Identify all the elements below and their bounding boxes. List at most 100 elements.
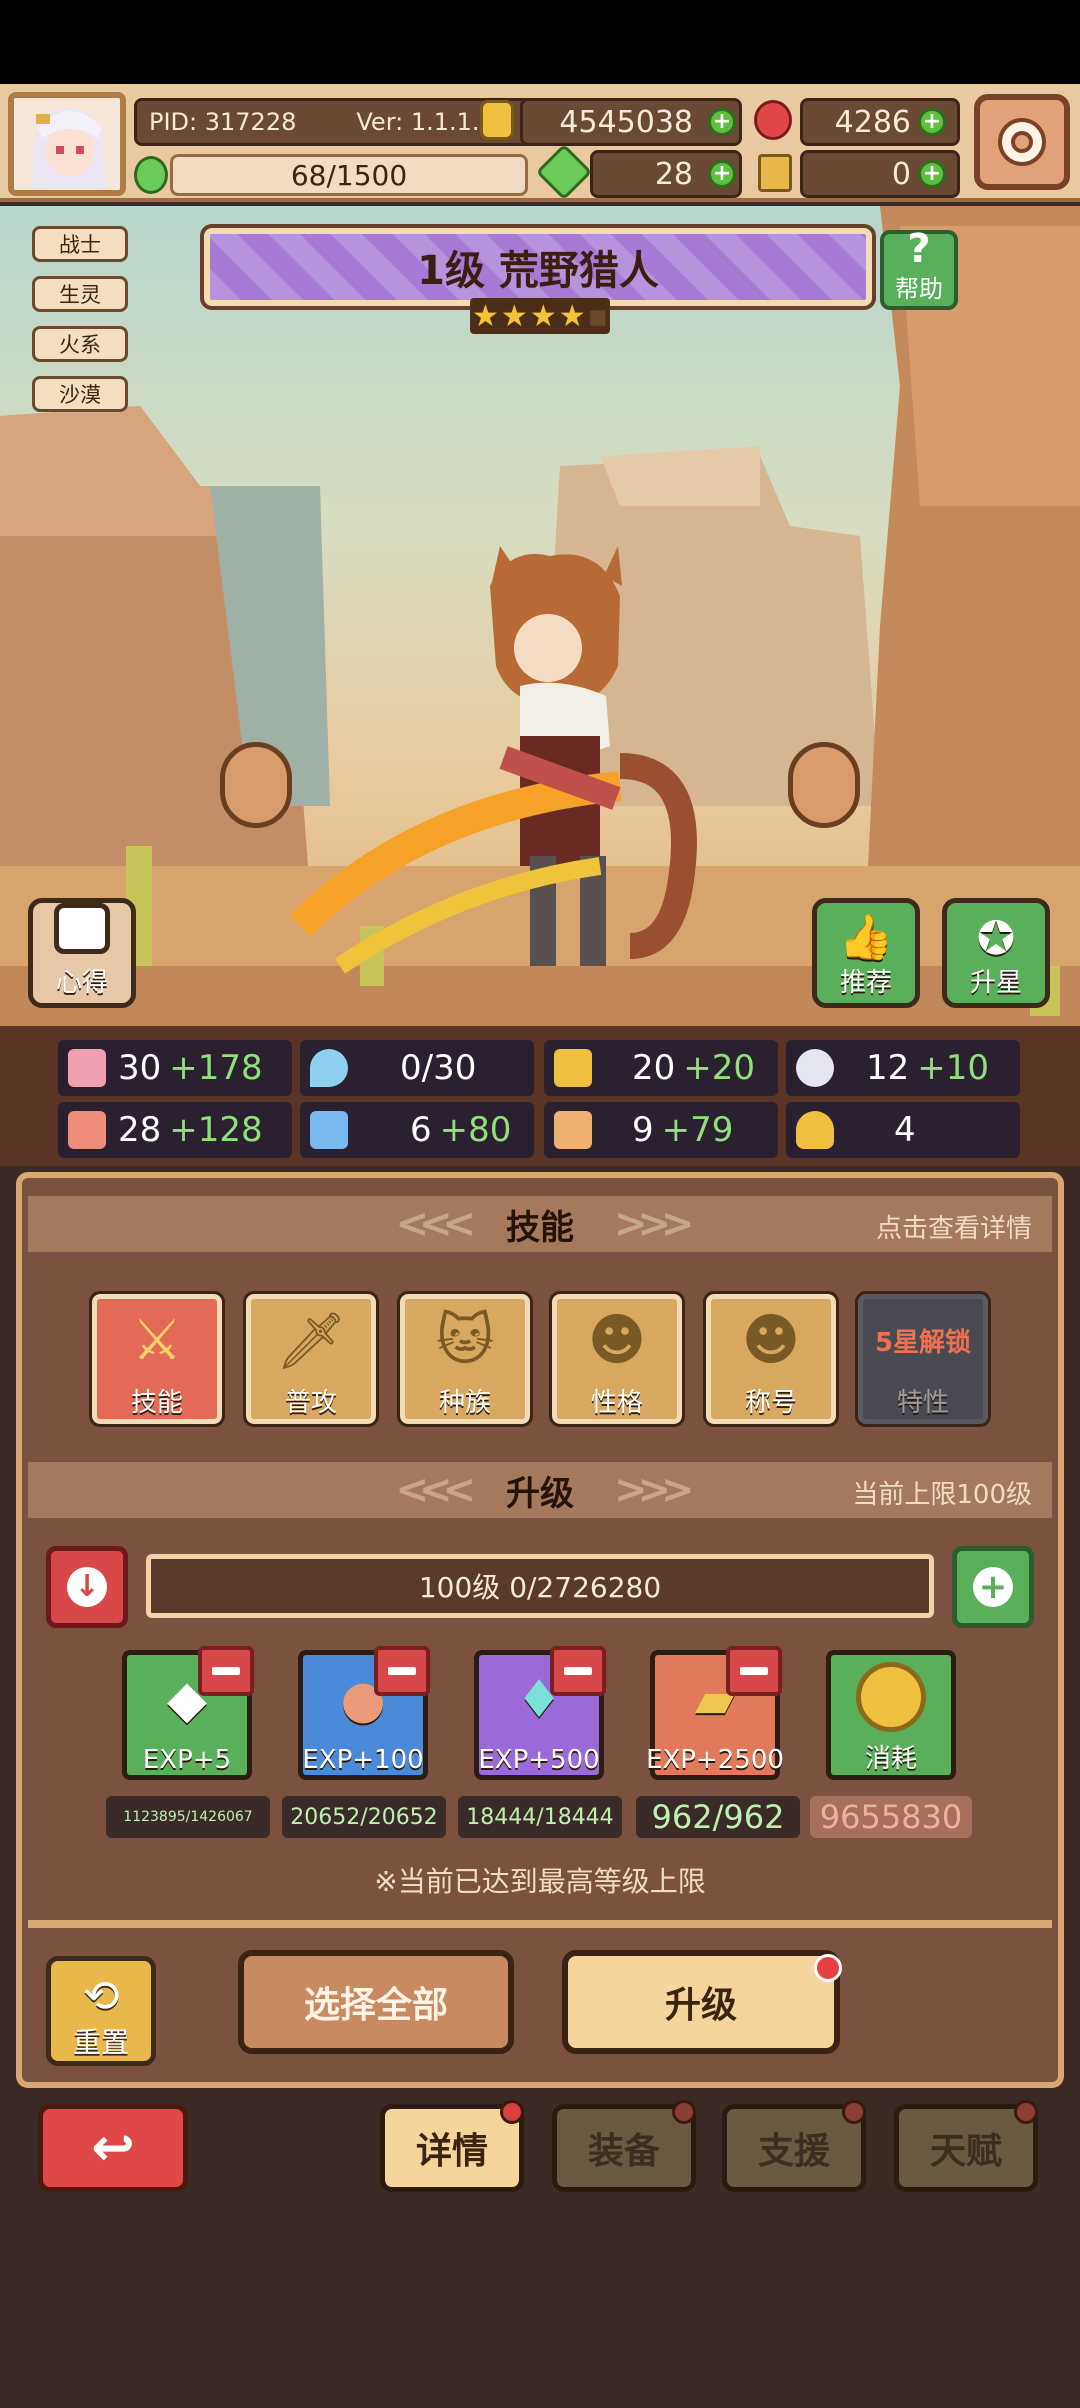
skill-slot-label: 普攻	[284, 1388, 337, 1418]
stat-hp: 30 +178	[58, 1040, 292, 1096]
skill-slot-skill[interactable]: ⚔ 技能	[89, 1291, 225, 1427]
tab-details-alert-dot	[500, 2100, 524, 2124]
exp-progress-text: 100级 0/2726280	[418, 1571, 662, 1604]
exp-progress-bar: 100级 0/2726280	[146, 1554, 934, 1618]
plus-icon: +	[973, 1567, 1013, 1607]
back-button[interactable]: ↩	[38, 2104, 188, 2192]
level-up-button[interactable]: 升级	[562, 1950, 840, 2054]
star-icon: ★	[558, 298, 586, 334]
skill-slot-label: 种族	[438, 1388, 491, 1418]
skill-slot-title[interactable]: ☻ 称号	[703, 1291, 839, 1427]
star-icon: ★	[529, 298, 557, 334]
avatar-portrait-icon	[14, 98, 120, 190]
notes-icon	[54, 903, 110, 954]
exp-item-label: 消耗	[864, 1744, 917, 1774]
star-upgrade-icon: ✪	[976, 911, 1016, 965]
exp-item-label: EXP+5	[142, 1745, 232, 1775]
reset-button[interactable]: ⟲ 重置	[46, 1956, 156, 2066]
stat-value: 20	[632, 1048, 676, 1088]
player-avatar[interactable]	[8, 92, 126, 196]
star-icon: ★	[472, 298, 499, 334]
skills-section-header: <<< 技能 >>> 点击查看详情	[28, 1196, 1052, 1252]
level-up-label: 升级	[664, 1985, 737, 2026]
stat-mana: 0/30	[300, 1040, 534, 1096]
remove-exp-huge-button[interactable]	[726, 1646, 782, 1696]
skills-title: 技能	[506, 1207, 574, 1248]
wing-icon	[796, 1049, 834, 1087]
tag-class: 战士	[32, 226, 128, 262]
player-id: PID: 317228	[149, 108, 297, 136]
stat-bonus: +128	[169, 1110, 263, 1150]
stat-value: 30	[118, 1048, 162, 1088]
right-chevrons-icon: >>>	[614, 1201, 694, 1247]
select-all-button[interactable]: 选择全部	[238, 1950, 514, 2054]
star-rating: ★ ★ ★ ★ ▪	[470, 298, 610, 334]
skill-icon: ⚔	[131, 1308, 183, 1373]
tag-element: 火系	[32, 326, 128, 362]
hero-title-banner: 1级 荒野猎人	[200, 224, 876, 310]
remove-exp-small-button[interactable]	[198, 1646, 254, 1696]
settings-button[interactable]	[974, 94, 1070, 190]
skill-slot-race[interactable]: 🐱 种族	[397, 1291, 533, 1427]
exp-item-count: 1123895/1426067	[106, 1796, 270, 1838]
cat-icon: 🐱	[435, 1308, 495, 1373]
add-gem-button[interactable]: +	[918, 108, 946, 136]
stat-bonus: +79	[661, 1110, 734, 1150]
empty-star-icon: ▪	[587, 298, 608, 334]
fist-icon	[68, 1111, 106, 1149]
notes-button[interactable]: 心得	[28, 898, 136, 1008]
ruby-gem-icon	[754, 100, 792, 140]
panel-divider	[28, 1920, 1052, 1928]
remove-exp-medium-button[interactable]	[374, 1646, 430, 1696]
person-icon: ☻	[741, 1308, 801, 1373]
stat-bonus: +80	[439, 1110, 512, 1150]
clover-amount: 28	[654, 156, 693, 192]
stat-value: 6	[410, 1110, 432, 1150]
skill-slot-trait-locked[interactable]: 5星解锁 特性	[855, 1291, 991, 1427]
help-button[interactable]: ? 帮助	[880, 226, 958, 310]
shield-icon	[554, 1049, 592, 1087]
level-title: 升级	[506, 1473, 574, 1514]
level-up-plus-button[interactable]: +	[952, 1546, 1034, 1628]
gold-amount: 4545038	[559, 104, 693, 140]
star-icon: ★	[500, 298, 528, 334]
star-up-button[interactable]: ✪ 升星	[942, 898, 1050, 1008]
ticket-icon	[758, 154, 792, 192]
stat-agility: 9 +79	[544, 1102, 778, 1158]
tag-race: 生灵	[32, 276, 128, 312]
energy-leaf-icon	[134, 156, 168, 194]
tab-label: 天赋	[929, 2131, 1002, 2172]
add-ticket-button[interactable]: +	[918, 160, 946, 188]
stat-magic: 6 +80	[300, 1102, 534, 1158]
back-arrow-icon: ↩	[91, 2118, 135, 2178]
tab-label: 支援	[757, 2131, 830, 2172]
star-up-label: 升星	[969, 968, 1022, 998]
gold-coin-icon	[856, 1661, 926, 1732]
refresh-icon: ⟲	[82, 1971, 120, 2022]
boot-icon	[554, 1111, 592, 1149]
exp-item-count: 20652/20652	[282, 1796, 446, 1838]
reset-label: 重置	[72, 2026, 129, 2059]
recommend-button[interactable]: 👍 推荐	[812, 898, 920, 1008]
remove-exp-large-button[interactable]	[550, 1646, 606, 1696]
ticket-amount: 0	[891, 156, 911, 192]
stat-speed: 12 +10	[786, 1040, 1020, 1096]
gear-icon	[998, 118, 1046, 166]
skill-slot-attack[interactable]: 🗡 普攻	[243, 1291, 379, 1427]
add-gold-button[interactable]: +	[708, 108, 736, 136]
add-clover-button[interactable]: +	[708, 160, 736, 188]
level-down-button[interactable]: ↓	[46, 1546, 128, 1628]
game-version: Ver: 1.1.1.2	[356, 108, 495, 136]
hero-level-name: 1级 荒野猎人	[417, 248, 659, 294]
skills-hint[interactable]: 点击查看详情	[876, 1208, 1032, 1245]
next-hero-button[interactable]	[788, 742, 860, 828]
stat-value: 12	[866, 1048, 910, 1088]
heart-icon	[68, 1049, 106, 1087]
previous-hero-button[interactable]	[220, 742, 292, 828]
skill-slot-personality[interactable]: ☻ 性格	[549, 1291, 685, 1427]
left-chevrons-icon: <<<	[395, 1467, 475, 1513]
level-section-header: <<< 升级 >>> 当前上限100级	[28, 1462, 1052, 1518]
select-all-label: 选择全部	[303, 1985, 448, 2026]
question-mark-icon: ?	[907, 226, 931, 272]
gold-cost-item: 消耗	[826, 1650, 956, 1780]
